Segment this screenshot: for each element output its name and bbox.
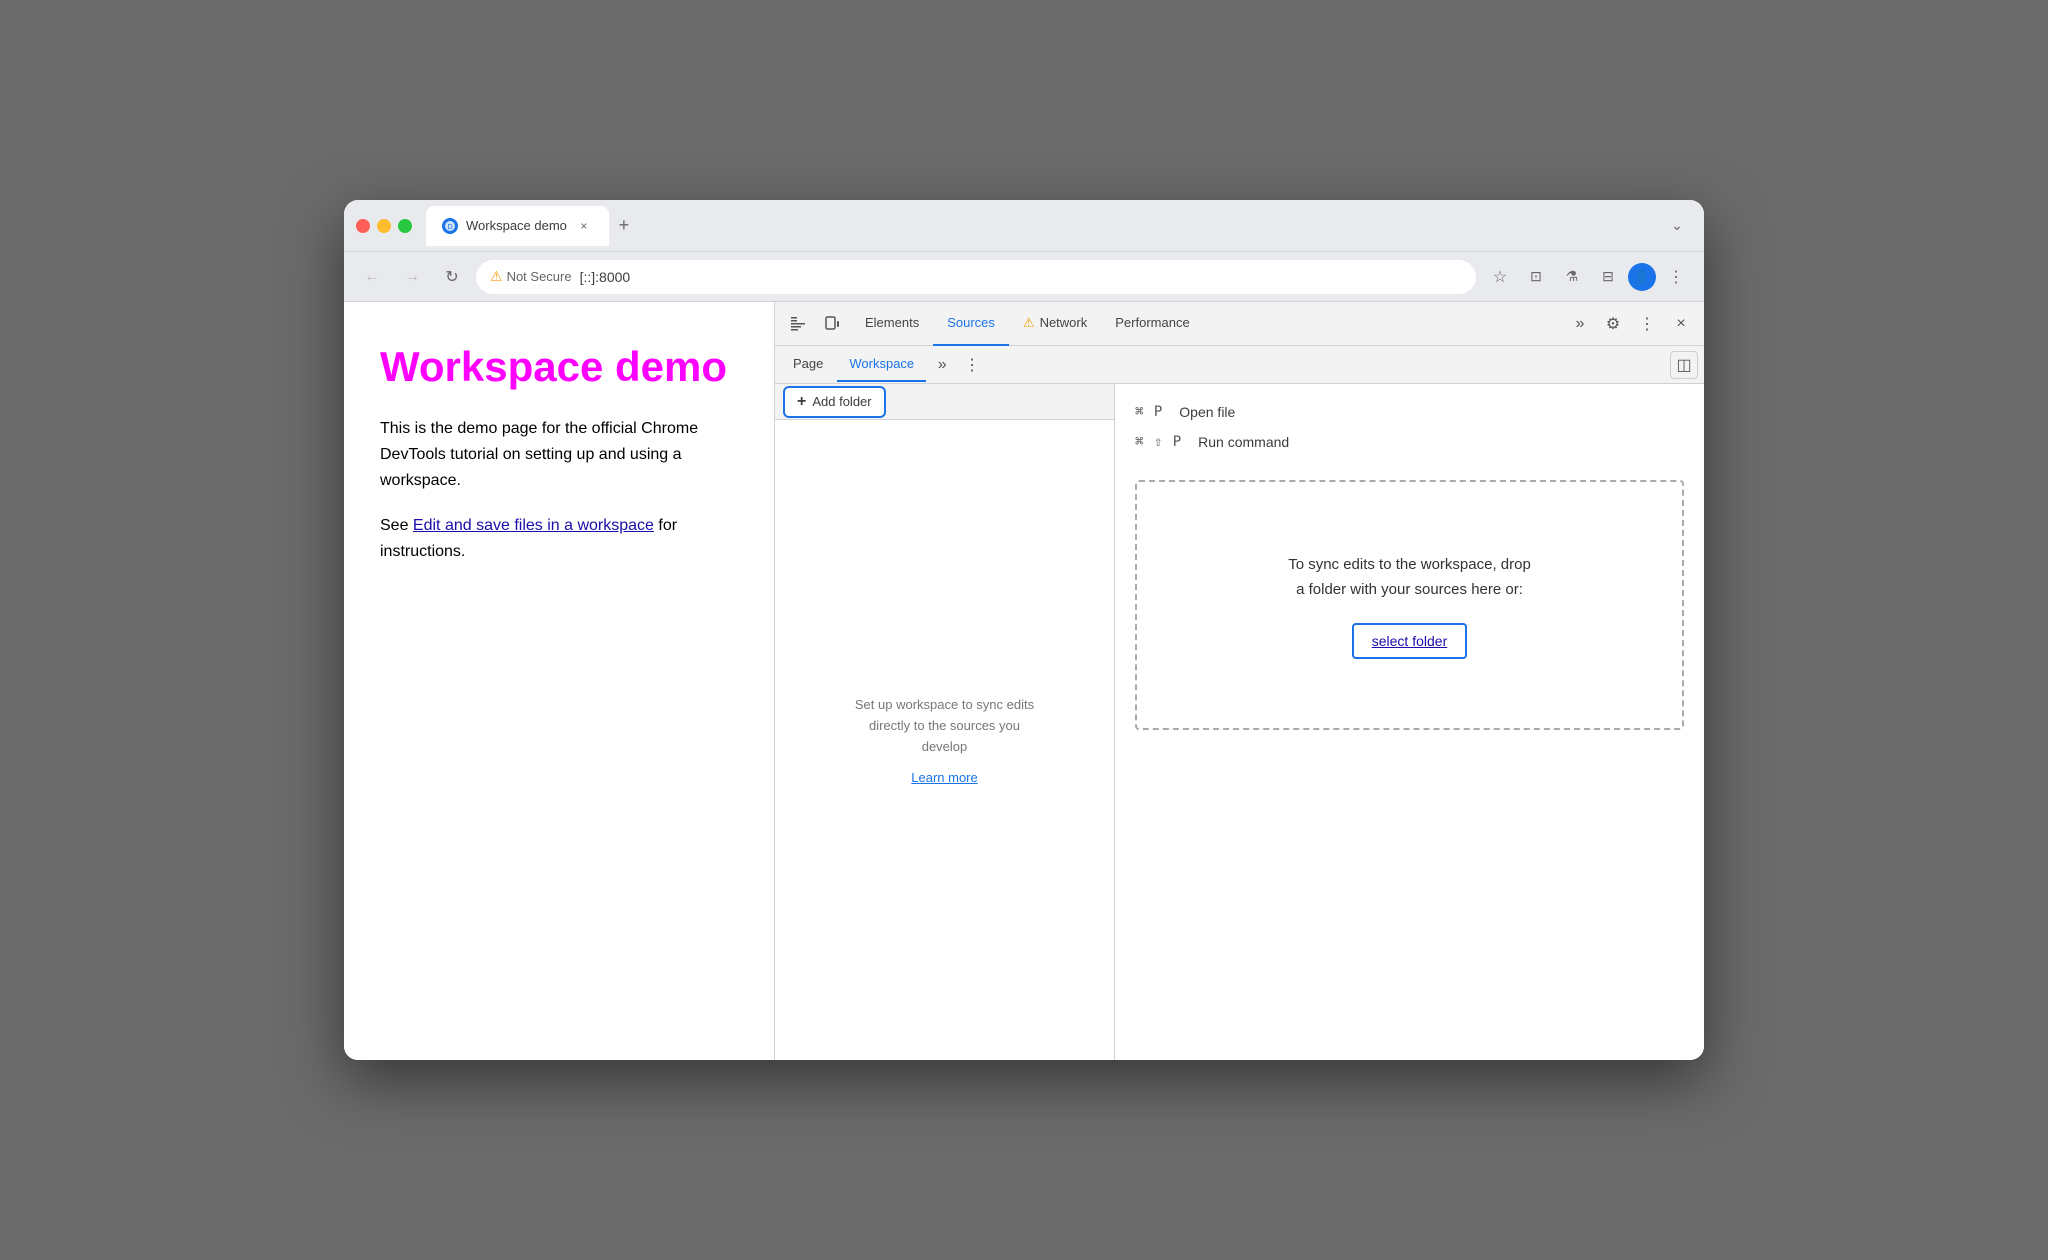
add-folder-plus-icon: + bbox=[797, 393, 806, 411]
page-link-paragraph: See Edit and save files in a workspace f… bbox=[380, 513, 738, 564]
close-traffic-light[interactable] bbox=[356, 219, 370, 233]
maximize-traffic-light[interactable] bbox=[398, 219, 412, 233]
drop-zone[interactable]: To sync edits to the workspace, drop a f… bbox=[1135, 480, 1684, 730]
chrome-menu-button[interactable]: ⋮ bbox=[1660, 261, 1692, 293]
sources-tab-page[interactable]: Page bbox=[781, 348, 835, 382]
devtools-right-panel: ⌘ P Open file ⌘ ⇧ P Run command To sync … bbox=[1115, 384, 1704, 1060]
inspect-element-button[interactable] bbox=[783, 309, 813, 339]
select-folder-button[interactable]: select folder bbox=[1352, 623, 1467, 659]
left-panel-content: Set up workspace to sync edits directly … bbox=[775, 420, 1114, 1060]
tab-bar-right: ⌄ bbox=[1662, 211, 1692, 241]
learn-more-link[interactable]: Learn more bbox=[911, 770, 977, 785]
browser-window: D Workspace demo × + ⌄ ← → ↻ ⚠ bbox=[344, 200, 1704, 1060]
add-folder-label: Add folder bbox=[812, 394, 871, 409]
new-tab-button[interactable]: + bbox=[609, 211, 639, 241]
devtools-toolbar-right: ⚙ ⋮ × bbox=[1598, 309, 1696, 339]
tab-title: Workspace demo bbox=[466, 218, 567, 233]
devtools-sub-toolbar: Page Workspace » ⋮ ◫ bbox=[775, 346, 1704, 384]
tab-sources[interactable]: Sources bbox=[933, 302, 1009, 346]
drop-zone-text: To sync edits to the workspace, drop a f… bbox=[1288, 552, 1531, 603]
page-description: This is the demo page for the official C… bbox=[380, 416, 738, 493]
browser-tab-active[interactable]: D Workspace demo × bbox=[426, 206, 609, 246]
network-warning-icon: ⚠ bbox=[1023, 315, 1035, 331]
workspace-tutorial-link[interactable]: Edit and save files in a workspace bbox=[413, 517, 654, 534]
devtools-tab-list: Elements Sources ⚠ Network Performance bbox=[851, 302, 1562, 346]
shortcut-run-command-label: Run command bbox=[1198, 434, 1289, 450]
page-content: Workspace demo This is the demo page for… bbox=[344, 302, 774, 1060]
devtools-kebab-menu[interactable]: ⋮ bbox=[1632, 309, 1662, 339]
warning-icon: ⚠ bbox=[490, 268, 503, 285]
url-bar[interactable]: ⚠ Not Secure [::]:8000 bbox=[476, 260, 1476, 294]
shortcut-open-file-label: Open file bbox=[1179, 404, 1235, 420]
forward-button[interactable]: → bbox=[396, 261, 428, 293]
devtools-body: + Add folder Set up workspace to sync ed… bbox=[775, 384, 1704, 1060]
main-content: Workspace demo This is the demo page for… bbox=[344, 302, 1704, 1060]
tab-menu-button[interactable]: ⌄ bbox=[1662, 211, 1692, 241]
back-button[interactable]: ← bbox=[356, 261, 388, 293]
devtools-settings-button[interactable]: ⚙ bbox=[1598, 309, 1628, 339]
devtools-left-panel: + Add folder Set up workspace to sync ed… bbox=[775, 384, 1115, 1060]
devtools-main-toolbar: Elements Sources ⚠ Network Performance bbox=[775, 302, 1704, 346]
tab-performance[interactable]: Performance bbox=[1101, 302, 1203, 346]
panel-toggle-button[interactable]: ◫ bbox=[1670, 351, 1698, 379]
profile-button[interactable]: 👤 bbox=[1628, 263, 1656, 291]
tab-bar: D Workspace demo × + bbox=[426, 206, 1654, 246]
url-text: [::]:8000 bbox=[580, 269, 631, 285]
page-title: Workspace demo bbox=[380, 342, 738, 392]
workspace-hint-text: Set up workspace to sync edits directly … bbox=[845, 695, 1045, 757]
device-mode-button[interactable] bbox=[817, 309, 847, 339]
address-bar: ← → ↻ ⚠ Not Secure [::]:8000 ☆ ⊡ ⚗ bbox=[344, 252, 1704, 302]
not-secure-label: Not Secure bbox=[507, 269, 572, 284]
shortcut-run-command-keys: ⌘ ⇧ P bbox=[1135, 434, 1182, 450]
tab-close-button[interactable]: × bbox=[575, 217, 593, 235]
sources-sub-more-button[interactable]: » bbox=[928, 351, 956, 379]
svg-text:D: D bbox=[447, 224, 452, 231]
split-view-button[interactable]: ⊟ bbox=[1592, 261, 1624, 293]
traffic-lights bbox=[356, 219, 412, 233]
shortcut-open-file-keys: ⌘ P bbox=[1135, 404, 1163, 420]
extensions-button[interactable]: ⊡ bbox=[1520, 261, 1552, 293]
devtools-more-tabs-button[interactable]: » bbox=[1566, 310, 1594, 338]
reload-button[interactable]: ↻ bbox=[436, 261, 468, 293]
add-folder-button[interactable]: + Add folder bbox=[783, 386, 886, 418]
sources-sub-dots[interactable]: ⋮ bbox=[958, 351, 986, 379]
title-bar: D Workspace demo × + ⌄ bbox=[344, 200, 1704, 252]
bookmark-button[interactable]: ☆ bbox=[1484, 261, 1516, 293]
address-bar-actions: ☆ ⊡ ⚗ ⊟ 👤 ⋮ bbox=[1484, 261, 1692, 293]
see-text: See bbox=[380, 517, 408, 534]
sources-tab-workspace[interactable]: Workspace bbox=[837, 348, 926, 382]
labs-button[interactable]: ⚗ bbox=[1556, 261, 1588, 293]
devtools-panel: Elements Sources ⚠ Network Performance bbox=[774, 302, 1704, 1060]
devtools-close-button[interactable]: × bbox=[1666, 309, 1696, 339]
tab-elements[interactable]: Elements bbox=[851, 302, 933, 346]
keyboard-shortcuts: ⌘ P Open file ⌘ ⇧ P Run command bbox=[1135, 404, 1684, 450]
tab-network[interactable]: ⚠ Network bbox=[1009, 302, 1101, 346]
tab-favicon: D bbox=[442, 218, 458, 234]
shortcut-run-command: ⌘ ⇧ P Run command bbox=[1135, 434, 1289, 450]
shortcut-open-file: ⌘ P Open file bbox=[1135, 404, 1235, 420]
minimize-traffic-light[interactable] bbox=[377, 219, 391, 233]
left-panel-toolbar: + Add folder bbox=[775, 384, 1114, 420]
security-indicator: ⚠ Not Secure bbox=[490, 268, 572, 285]
